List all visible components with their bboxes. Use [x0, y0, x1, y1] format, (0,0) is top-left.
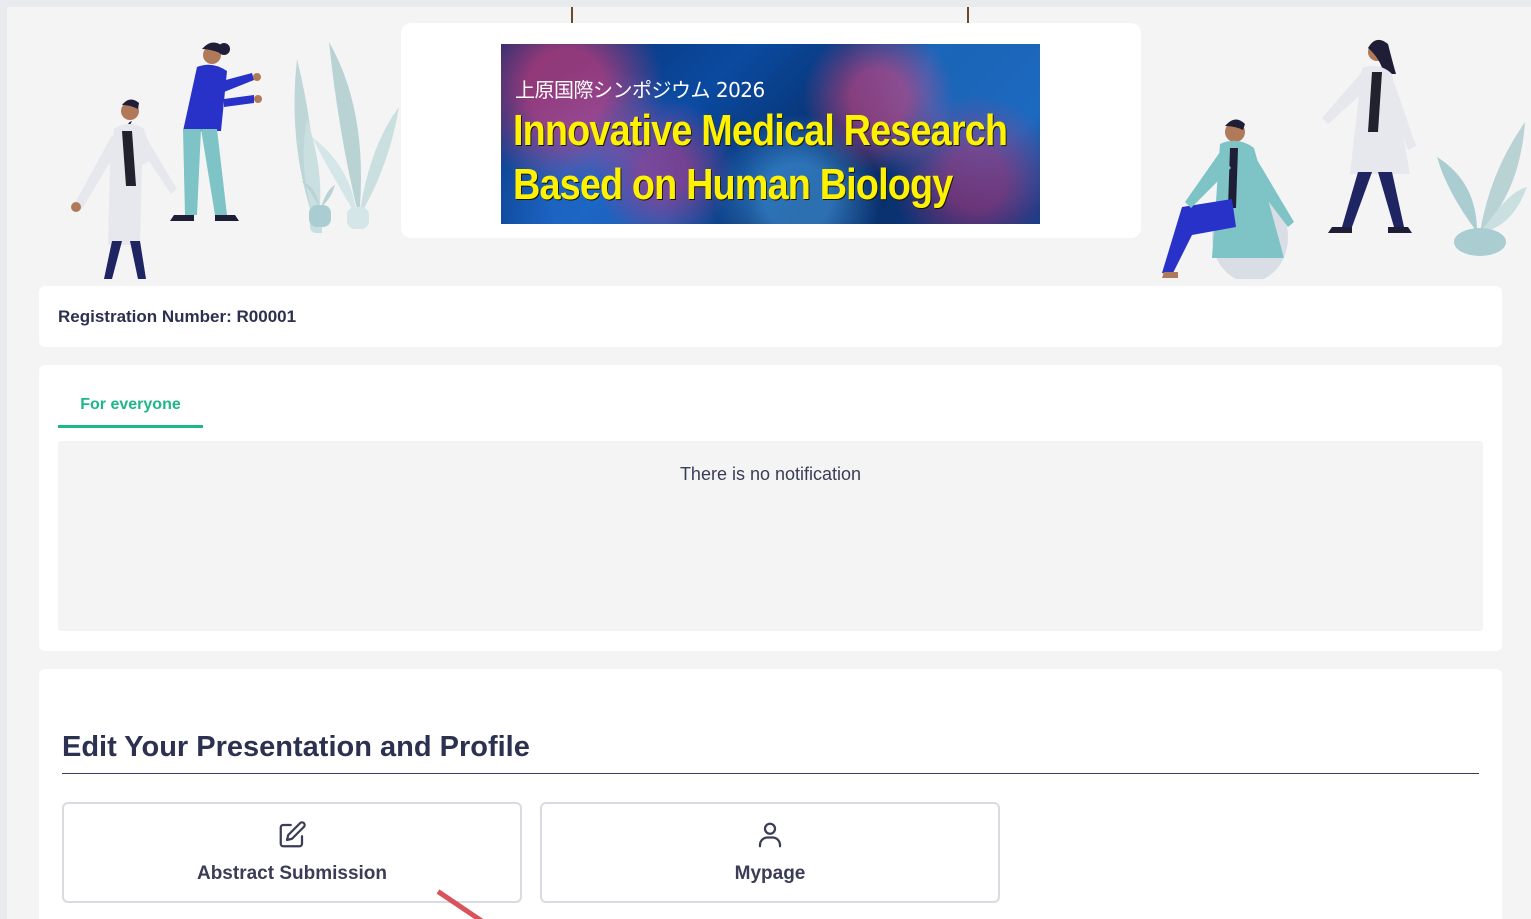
- edit-section-card: Edit Your Presentation and Profile Abstr…: [39, 669, 1502, 919]
- empty-notification-text: There is no notification: [679, 464, 862, 484]
- symposium-banner: 上原国際シンポジウム 2026 Innovative Medical Resea…: [501, 44, 1040, 224]
- banner-title-line2: Based on Human Biology: [513, 160, 953, 209]
- section-title: Edit Your Presentation and Profile: [62, 731, 530, 763]
- doctors-illustration-right: [1162, 39, 1527, 279]
- abstract-submission-button[interactable]: Abstract Submission: [62, 802, 522, 903]
- banner-card: 上原国際シンポジウム 2026 Innovative Medical Resea…: [401, 23, 1141, 238]
- banner-jp-title: 上原国際シンポジウム 2026: [515, 78, 765, 102]
- notification-panel: There is no notification: [58, 441, 1483, 631]
- banner-title-line1: Innovative Medical Research: [513, 106, 1008, 155]
- section-divider: [62, 773, 1479, 774]
- hero-header: 上原国際シンポジウム 2026 Innovative Medical Resea…: [7, 7, 1531, 279]
- notification-card: For everyone There is no notification: [39, 365, 1502, 651]
- mypage-label: Mypage: [734, 863, 806, 884]
- registration-number: Registration Number: R00001: [58, 307, 297, 326]
- user-icon: [758, 822, 782, 848]
- registration-card: Registration Number: R00001: [39, 286, 1502, 347]
- mypage-button[interactable]: Mypage: [540, 802, 1000, 903]
- plant-illustration: [301, 42, 399, 229]
- tab-for-everyone[interactable]: For everyone: [58, 394, 203, 428]
- abstract-submission-label: Abstract Submission: [196, 863, 388, 884]
- doctors-illustration-left: [71, 42, 322, 279]
- page: 上原国際シンポジウム 2026 Innovative Medical Resea…: [7, 7, 1531, 919]
- edit-icon: [279, 821, 306, 848]
